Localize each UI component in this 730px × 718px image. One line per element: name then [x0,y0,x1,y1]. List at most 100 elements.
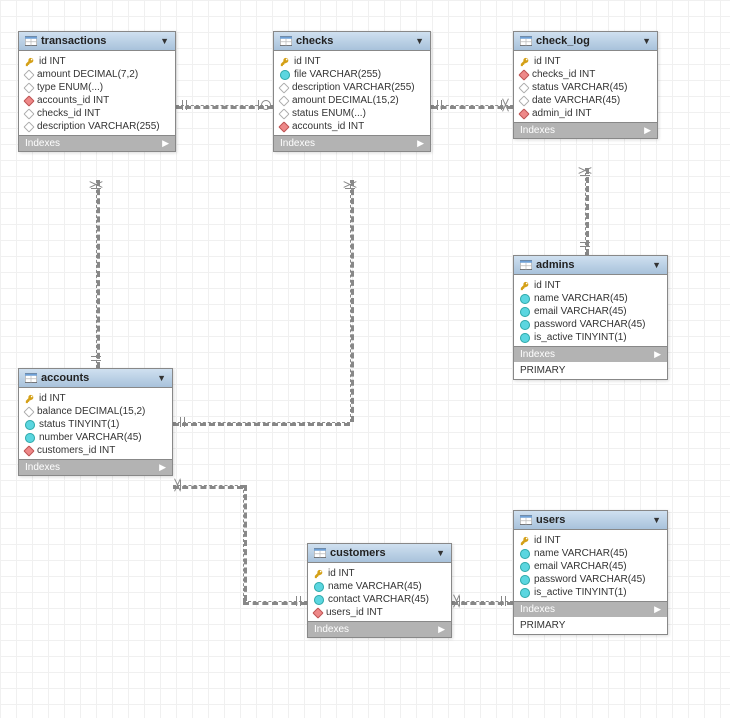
column-label: password VARCHAR(45) [534,574,646,585]
table-accounts[interactable]: accounts ▼ id INTbalance DECIMAL(15,2)stat… [18,368,173,476]
column-label: id INT [534,535,561,546]
column[interactable]: description VARCHAR(255) [278,81,426,94]
indexes-section-header[interactable]: Indexes▶ [19,135,175,151]
collapse-icon[interactable]: ▼ [652,515,661,525]
table-header[interactable]: customers▼ [308,544,451,563]
columns-list: id INTchecks_id INTstatus VARCHAR(45)dat… [514,51,657,122]
column-label: contact VARCHAR(45) [328,594,429,605]
index-row[interactable]: PRIMARY [514,362,667,379]
column-label: name VARCHAR(45) [534,548,628,559]
column[interactable]: checks_id INT [518,68,653,81]
column[interactable]: is_active TINYINT(1) [518,586,663,599]
rel-end [91,360,101,361]
column-label: checks_id INT [532,69,595,80]
table-check_log[interactable]: check_log▼id INTchecks_id INTstatus VARC… [513,31,658,139]
column[interactable]: email VARCHAR(45) [518,560,663,573]
columns-list: id INTname VARCHAR(45)contact VARCHAR(45… [308,563,451,621]
column[interactable]: is_active TINYINT(1) [518,331,663,344]
key-icon [25,57,35,67]
column[interactable]: email VARCHAR(45) [518,305,663,318]
column[interactable]: name VARCHAR(45) [312,580,447,593]
indexes-section-header[interactable]: Indexes▶ [308,621,451,637]
table-header[interactable]: accounts ▼ [19,369,172,388]
column[interactable]: id INT [518,55,653,68]
collapse-icon[interactable]: ▼ [436,548,445,558]
column[interactable]: type ENUM(...) [23,81,171,94]
column-label: description VARCHAR(255) [37,121,160,132]
column[interactable]: status VARCHAR(45) [518,81,653,94]
column[interactable]: name VARCHAR(45) [518,292,663,305]
column-label: status ENUM(...) [292,108,366,119]
column[interactable]: status ENUM(...) [278,107,426,120]
index-row[interactable]: PRIMARY [514,617,667,634]
column[interactable]: users_id INT [312,606,447,619]
collapse-icon[interactable]: ▼ [652,260,661,270]
rel-end [186,100,187,110]
column[interactable]: amount DECIMAL(7,2) [23,68,171,81]
column-label: is_active TINYINT(1) [534,332,627,343]
indexes-section-header[interactable]: Indexes▶ [514,122,657,138]
column[interactable]: checks_id INT [23,107,171,120]
table-admins[interactable]: admins▼ id INTname VARCHAR(45)email VARCH… [513,255,668,380]
rel-end [184,417,185,427]
indexes-section-header[interactable]: Indexes▶ [514,601,667,617]
table-header[interactable]: checks▼ [274,32,430,51]
column-label: id INT [39,56,66,67]
table-transactions[interactable]: transactions▼ id INTamount DECIMAL(7,2)ty… [18,31,176,152]
table-customers[interactable]: customers▼id INTname VARCHAR(45)contact … [307,543,452,638]
column-icon [314,595,324,605]
rel-end [296,596,297,606]
collapse-icon[interactable]: ▼ [415,36,424,46]
table-checks[interactable]: checks▼id INTfile VARCHAR(255)descriptio… [273,31,431,152]
indexes-section-header[interactable]: Indexes▶ [514,346,667,362]
rel-end [441,100,442,110]
column-label: balance DECIMAL(15,2) [37,406,145,417]
table-header[interactable]: admins▼ [514,256,667,275]
table-users[interactable]: users▼ id INT name VARCHAR(45) email VARCHA… [513,510,668,635]
rel-accounts-customers-v [243,485,247,601]
column[interactable]: description VARCHAR(255) [23,120,171,133]
column[interactable]: admin_id INT [518,107,653,120]
column[interactable]: file VARCHAR(255) [278,68,426,81]
column[interactable]: id INT [518,279,663,292]
column[interactable]: password VARCHAR(45) [518,573,663,586]
column[interactable]: accounts_id INT [278,120,426,133]
column[interactable]: number VARCHAR(45) [23,431,168,444]
table-name: accounts [41,372,89,384]
column[interactable]: contact VARCHAR(45) [312,593,447,606]
collapse-icon[interactable]: ▼ [157,373,166,383]
column-label: id INT [294,56,321,67]
indexes-label: Indexes [520,125,555,136]
column-icon [520,588,530,598]
rel-end [501,596,502,606]
columns-list: id INTfile VARCHAR(255)description VARCH… [274,51,430,135]
rel-end [580,175,590,176]
indexes-section-header[interactable]: Indexes▶ [19,459,172,475]
column-icon [314,582,324,592]
column[interactable]: name VARCHAR(45) [518,547,663,560]
column[interactable]: accounts_id INT [23,94,171,107]
column-label: users_id INT [326,607,383,618]
column[interactable]: id INT [312,567,447,580]
indexes-label: Indexes [280,138,315,149]
indexes-section-header[interactable]: Indexes▶ [274,135,430,151]
column[interactable]: id INT [23,55,171,68]
column[interactable]: status TINYINT(1) [23,418,168,431]
column[interactable]: password VARCHAR(45) [518,318,663,331]
column[interactable]: customers_id INT [23,444,168,457]
fk-icon [518,69,529,80]
collapse-icon[interactable]: ▼ [642,36,651,46]
column[interactable]: id INT [518,534,663,547]
key-icon [520,536,530,546]
column[interactable]: amount DECIMAL(15,2) [278,94,426,107]
column[interactable]: date VARCHAR(45) [518,94,653,107]
table-header[interactable]: transactions▼ [19,32,175,51]
column-label: email VARCHAR(45) [534,561,627,572]
column[interactable]: id INT [23,392,168,405]
table-header[interactable]: check_log▼ [514,32,657,51]
column[interactable]: id INT [278,55,426,68]
collapse-icon[interactable]: ▼ [160,36,169,46]
columns-list: id INTbalance DECIMAL(15,2)status TINYIN… [19,388,172,459]
column[interactable]: balance DECIMAL(15,2) [23,405,168,418]
table-header[interactable]: users▼ [514,511,667,530]
